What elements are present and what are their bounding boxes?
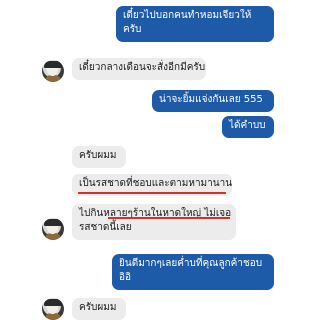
message-text: รสชาดนี้เลย	[79, 222, 132, 233]
message-text: ครับ	[123, 24, 142, 35]
message-text: น่าจะยิ้มแจ่งกันเลย 555	[159, 94, 263, 105]
message-text: ยินดีมากๆเลยค่ำบที่คุณลูกค้าชอบ	[119, 258, 263, 269]
highlight-underline	[108, 217, 230, 219]
message-text: เดี๋ยวกลางเดือนจะสั่งอีกมีครับ	[79, 62, 206, 73]
message-text: เป็นรสชาดที่ชอบและตามหามานาน	[79, 178, 233, 189]
message-bubble-outgoing[interactable]: ยินดีมากๆเลยค่ำบที่คุณลูกค้าชอบ อิอิ	[112, 254, 274, 290]
message-bubble-incoming[interactable]: ไปกินหลายๆร้านในหาดใหญ่ ไม่เจอ รสชาดนี้เ…	[72, 204, 236, 240]
contact-avatar[interactable]	[42, 60, 64, 82]
chat-thread: เดี๋ยวไปบอกคนทำหอมเจียวให้ ครับ เดี๋ยวกล…	[0, 0, 320, 320]
message-bubble-incoming[interactable]: ครับผมม	[72, 298, 126, 320]
message-bubble-outgoing[interactable]: เดี๋ยวไปบอกคนทำหอมเจียวให้ ครับ	[116, 6, 274, 42]
message-bubble-outgoing[interactable]: ได้คำบบ	[222, 116, 274, 138]
message-text: ครับผมม	[79, 150, 117, 161]
highlight-underline	[78, 192, 226, 194]
message-bubble-incoming[interactable]: ครับผมม	[72, 146, 126, 168]
contact-avatar[interactable]	[42, 298, 64, 320]
message-text: เดี๋ยวไปบอกคนทำหอมเจียวให้	[123, 10, 252, 21]
message-text: ครับผมม	[79, 302, 117, 313]
message-bubble-outgoing[interactable]: น่าจะยิ้มแจ่งกันเลย 555	[152, 90, 274, 112]
message-text: อิอิ	[119, 272, 132, 283]
message-text: ได้คำบบ	[229, 120, 266, 131]
contact-avatar[interactable]	[42, 218, 64, 240]
message-bubble-incoming[interactable]: เดี๋ยวกลางเดือนจะสั่งอีกมีครับ	[72, 58, 206, 80]
